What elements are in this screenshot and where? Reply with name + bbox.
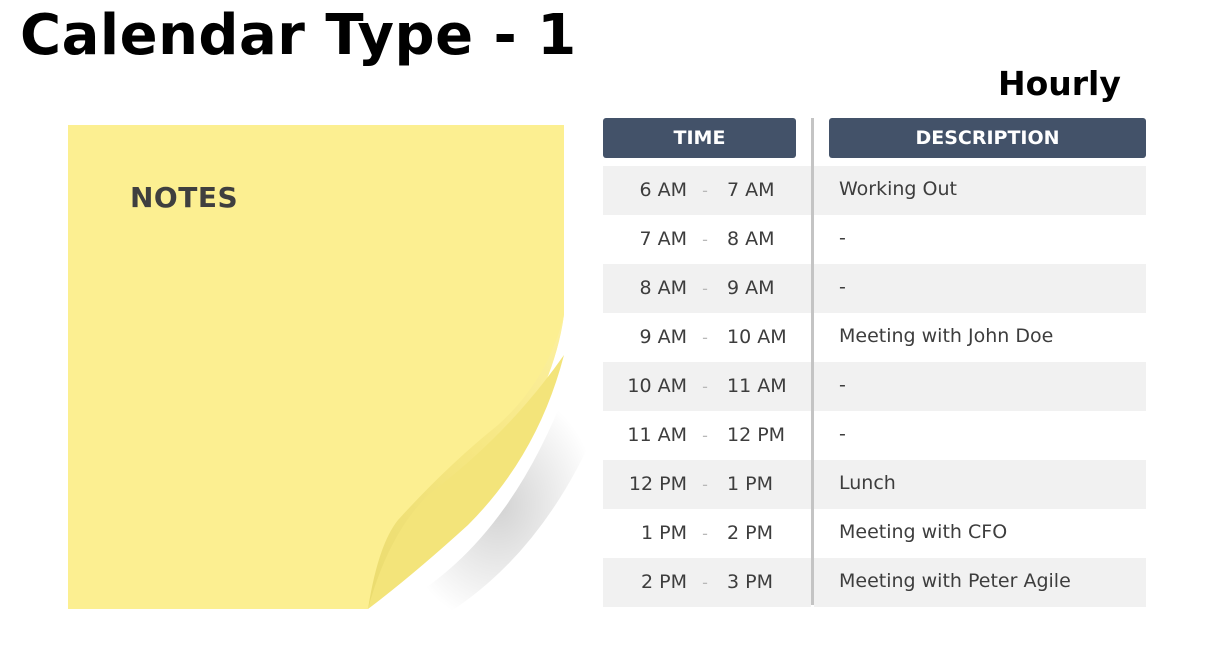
table-row: 1 PM - 2 PM Meeting with CFO [603,509,1146,558]
notes-heading: NOTES [130,181,239,214]
time-separator: - [702,475,708,494]
start-time: 12 PM [628,473,687,495]
table-row: 8 AM - 9 AM - [603,264,1146,313]
time-separator: - [702,524,708,543]
schedule-table: 6 AM - 7 AM Working Out 7 AM - 8 AM - 8 … [603,166,1146,607]
row-description: Meeting with CFO [839,521,1008,543]
row-description: - [839,423,846,445]
table-row: 2 PM - 3 PM Meeting with Peter Agile [603,558,1146,607]
page-title: Calendar Type - 1 [20,3,577,68]
time-separator: - [702,181,708,200]
end-time: 7 AM [727,179,775,201]
end-time: 2 PM [727,522,773,544]
time-separator: - [702,328,708,347]
table-row: 9 AM - 10 AM Meeting with John Doe [603,313,1146,362]
start-time: 6 AM [639,179,687,201]
start-time: 8 AM [639,277,687,299]
time-separator: - [702,573,708,592]
sticky-note: NOTES [68,125,598,625]
row-description: - [839,374,846,396]
end-time: 8 AM [727,228,775,250]
start-time: 2 PM [641,571,687,593]
end-time: 9 AM [727,277,775,299]
row-description: - [839,227,846,249]
page-subtitle: Hourly [998,64,1121,103]
start-time: 7 AM [639,228,687,250]
row-description: Working Out [839,178,957,200]
time-separator: - [702,230,708,249]
time-separator: - [702,426,708,445]
start-time: 11 AM [627,424,687,446]
start-time: 9 AM [639,326,687,348]
table-row: 6 AM - 7 AM Working Out [603,166,1146,215]
end-time: 12 PM [727,424,786,446]
end-time: 1 PM [727,473,773,495]
end-time: 3 PM [727,571,773,593]
end-time: 10 AM [727,326,787,348]
start-time: 10 AM [627,375,687,397]
time-separator: - [702,279,708,298]
table-row: 7 AM - 8 AM - [603,215,1146,264]
start-time: 1 PM [641,522,687,544]
row-description: Meeting with John Doe [839,325,1054,347]
time-column-header: TIME [603,118,796,158]
table-row: 10 AM - 11 AM - [603,362,1146,411]
table-row: 12 PM - 1 PM Lunch [603,460,1146,509]
calendar-page: Calendar Type - 1 Hourly NOTES TIME DESC… [0,0,1212,648]
row-description: - [839,276,846,298]
table-row: 11 AM - 12 PM - [603,411,1146,460]
description-column-header: DESCRIPTION [829,118,1146,158]
row-description: Lunch [839,472,896,494]
time-separator: - [702,377,708,396]
end-time: 11 AM [727,375,787,397]
row-description: Meeting with Peter Agile [839,570,1071,592]
